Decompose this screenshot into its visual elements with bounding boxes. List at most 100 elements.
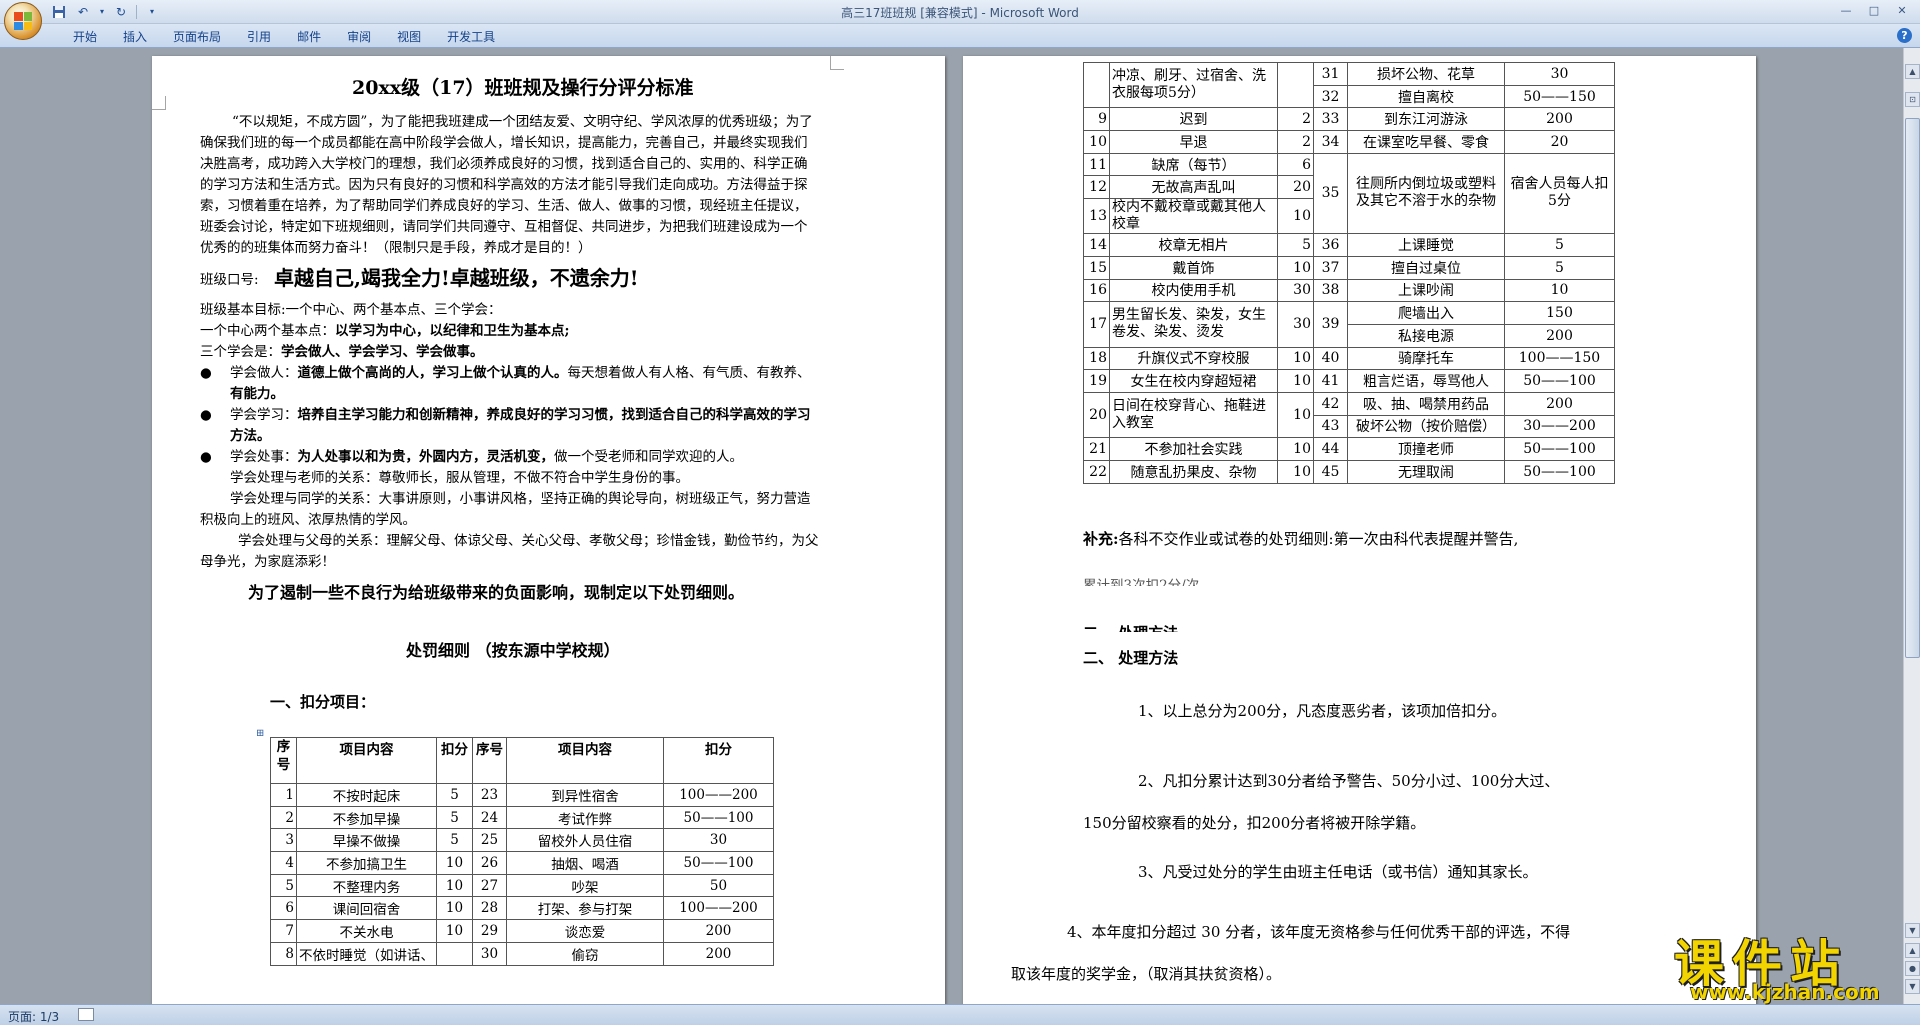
ribbon-tabs: 开始 插入 页面布局 引用 邮件 审阅 视图 开发工具 — [60, 29, 508, 47]
scrollbar-thumb[interactable] — [1905, 118, 1920, 658]
vertical-scrollbar[interactable]: ▲ ⊡ ▼ ▲ ● ▼ — [1903, 48, 1920, 1004]
scroll-up-icon[interactable]: ▲ — [1905, 64, 1920, 79]
window-controls: — □ ✕ — [1834, 2, 1914, 19]
table-cell: 10 — [436, 919, 473, 943]
table-cell: 42 — [1313, 391, 1348, 416]
table-cell: 10 — [436, 873, 473, 898]
table-cell: 23 — [472, 783, 507, 807]
table-cell: 升旗仪式不穿校服 — [1109, 346, 1278, 371]
close-button[interactable]: ✕ — [1890, 2, 1914, 19]
supplement-cut-line: 累计到3次扣2分/次。 — [1083, 578, 1213, 586]
help-icon[interactable]: ? — [1897, 28, 1912, 43]
tab-references[interactable]: 引用 — [234, 29, 284, 47]
table-row: 1 不按时起床 5 23 到异性宿舍 100——200 — [270, 783, 774, 807]
table-cell: 偷窃 — [506, 941, 664, 966]
table-header: 序号 — [472, 737, 507, 784]
table-cell: 5 — [436, 805, 473, 830]
document-page-2[interactable]: 冲凉、刷牙、过宿舍、洗衣服每项5分） 31 损坏公物、花草 30 32 擅自离校 50—… — [963, 56, 1756, 1004]
table-cell: 200 — [1504, 391, 1615, 416]
tab-page-layout[interactable]: 页面布局 — [160, 29, 234, 47]
bullet-lead: 学会学习： — [230, 407, 298, 423]
rule-2: 2、凡扣分累计达到30分者给予警告、50分小过、100分大过、 — [1138, 772, 1560, 790]
table-cell: 5 — [436, 783, 473, 807]
table-cell: 迟到 — [1109, 107, 1278, 132]
maximize-button[interactable]: □ — [1862, 2, 1886, 19]
table-cell: 10 — [1277, 255, 1314, 280]
table-cell: 抽烟、喝酒 — [506, 851, 664, 875]
table-cell: 200 — [1504, 107, 1615, 132]
penalty-table-part1: 序号 项目内容 扣分 序号 项目内容 扣分 1 不按时起床 5 23 到异性宿舍 100—… — [270, 737, 774, 966]
table-move-handle-icon[interactable]: ⊞ — [256, 724, 264, 745]
table-cell: 10 — [436, 851, 473, 875]
table-cell: 5 — [1277, 233, 1314, 257]
table-cell: 10 — [1277, 369, 1314, 393]
table-cell: 10 — [1277, 198, 1314, 235]
table-cell: 到东江河游泳 — [1347, 107, 1505, 132]
slogan-label: 班级口号: — [200, 272, 259, 288]
table-cell: 26 — [472, 851, 507, 875]
table-row: 8 不依时睡觉（如讲话、 30 偷窃 200 — [270, 941, 774, 966]
site-watermark: 课件站 www.kjzhan.com — [1668, 924, 1918, 1004]
bullet-bold: 道德上做个高尚的人，学习上做个认真的人。 — [297, 365, 568, 381]
table-row: 11 缺席（每节） 6 35 往厕所内倒垃圾或塑料及其它不溶于水的杂物 宿舍人员每人… — [1083, 152, 1615, 235]
table-cell: 7 — [270, 919, 297, 943]
tab-mailings[interactable]: 邮件 — [284, 29, 334, 47]
table-row: 22 随意乱扔果皮、杂物 10 45 无理取闹 50——100 — [1083, 460, 1615, 484]
table-row: 4 不参加搞卫生 10 26 抽烟、喝酒 50——100 — [270, 851, 774, 875]
page-indicator[interactable]: 页面: 1/3 — [8, 1008, 59, 1025]
table-cell: 无理取闹 — [1347, 460, 1505, 484]
table-cell: 随意乱扔果皮、杂物 — [1109, 460, 1278, 484]
relation-classmates: 学会处理与同学的关系：大事讲原则，小事讲风格，坚持正确的舆论导向，树班级正气，努… — [230, 491, 811, 507]
table-row: 14 校章无相片 5 36 上课睡觉 5 — [1083, 233, 1615, 257]
section-one-heading: 一、扣分项目： — [270, 693, 376, 711]
bullet-line2: 方法。 — [230, 428, 271, 444]
office-button[interactable] — [4, 2, 42, 40]
table-cell: 不参加社会实践 — [1109, 437, 1278, 461]
goal-three-text: 学会做人、学会学习、学会做事。 — [281, 344, 484, 360]
table-row: 20 日间在校穿背心、拖鞋进入教室 10 42 吸、抽、喝禁用药品 200 — [1083, 391, 1615, 439]
table-row: 2 不参加早操 5 24 考试作弊 50——100 — [270, 805, 774, 830]
table-cell: 24 — [472, 805, 507, 830]
table-cell: 8 — [270, 941, 297, 966]
table-cell: 5 — [436, 828, 473, 853]
intro-line: 确保我们班的每一个成员都能在高中阶段学会做人，增长知识，提高能力，完善自己，并最… — [200, 135, 808, 151]
table-row: 10 早退 2 34 在课室吃早餐、零食 20 — [1083, 130, 1615, 154]
intro-line: 班委会讨论，特定如下班规细则，请同学们共同遵守、互相督促、共同进步，为把我们班建… — [200, 219, 808, 235]
table-cell: 18 — [1083, 346, 1110, 371]
table-header: 序号 — [270, 737, 297, 784]
table-cell: 14 — [1083, 233, 1110, 257]
supplement: 补充:各科不交作业或试卷的处罚细则:第一次由科代表提醒并警告, — [1083, 529, 1518, 550]
rule-3: 3、凡受过处分的学生由班主任电话（或书信）通知其家长。 — [1138, 863, 1538, 881]
table-cell: 上课吵闹 — [1347, 278, 1505, 303]
table-cell: 戴首饰 — [1109, 255, 1278, 280]
ruler-toggle-icon[interactable]: ⊡ — [1905, 92, 1920, 107]
supplement-text: 各科不交作业或试卷的处罚细则:第一次由科代表提醒并警告, — [1118, 530, 1519, 548]
tab-home[interactable]: 开始 — [60, 29, 110, 47]
table-cell: 11 — [1083, 152, 1110, 177]
table-cell: 日间在校穿背心、拖鞋进入教室 — [1109, 391, 1278, 439]
table-cell: 吸、抽、喝禁用药品 — [1347, 391, 1505, 416]
tab-developer[interactable]: 开发工具 — [434, 29, 508, 47]
table-cell: 2 — [1277, 107, 1314, 132]
bullet-dot: ● — [200, 449, 212, 465]
tab-insert[interactable]: 插入 — [110, 29, 160, 47]
table-cell: 45 — [1313, 460, 1348, 484]
table-cell: 36 — [1313, 233, 1348, 257]
intro-line: “不以规矩，不成方圆”，为了能把我班建成一个团结友爱、文明守纪、学风浓厚的优秀班… — [232, 114, 813, 130]
table-cell: 39 — [1313, 301, 1348, 348]
proofing-icon[interactable] — [78, 1008, 94, 1021]
minimize-button[interactable]: — — [1834, 2, 1858, 19]
table-cell: 38 — [1313, 278, 1348, 303]
document-page-1[interactable]: 20xx级（17）班班规及操行分评分标准 “不以规矩，不成方圆”，为了能把我班建… — [152, 56, 945, 1004]
table-row: 16 校内使用手机 30 38 上课吵闹 10 — [1083, 278, 1615, 303]
table-cell: 往厕所内倒垃圾或塑料及其它不溶于水的杂物 — [1347, 152, 1505, 235]
tab-view[interactable]: 视图 — [384, 29, 434, 47]
table-cell: 2 — [270, 805, 297, 830]
table-cell: 谈恋爱 — [506, 919, 664, 943]
table-cell: 21 — [1083, 437, 1110, 461]
table-header: 项目内容 — [296, 737, 437, 784]
table-row: 15 戴首饰 10 37 擅自过桌位 5 — [1083, 255, 1615, 280]
table-cell: 早退 — [1109, 130, 1278, 154]
table-cell: 20 — [1504, 130, 1615, 154]
tab-review[interactable]: 审阅 — [334, 29, 384, 47]
